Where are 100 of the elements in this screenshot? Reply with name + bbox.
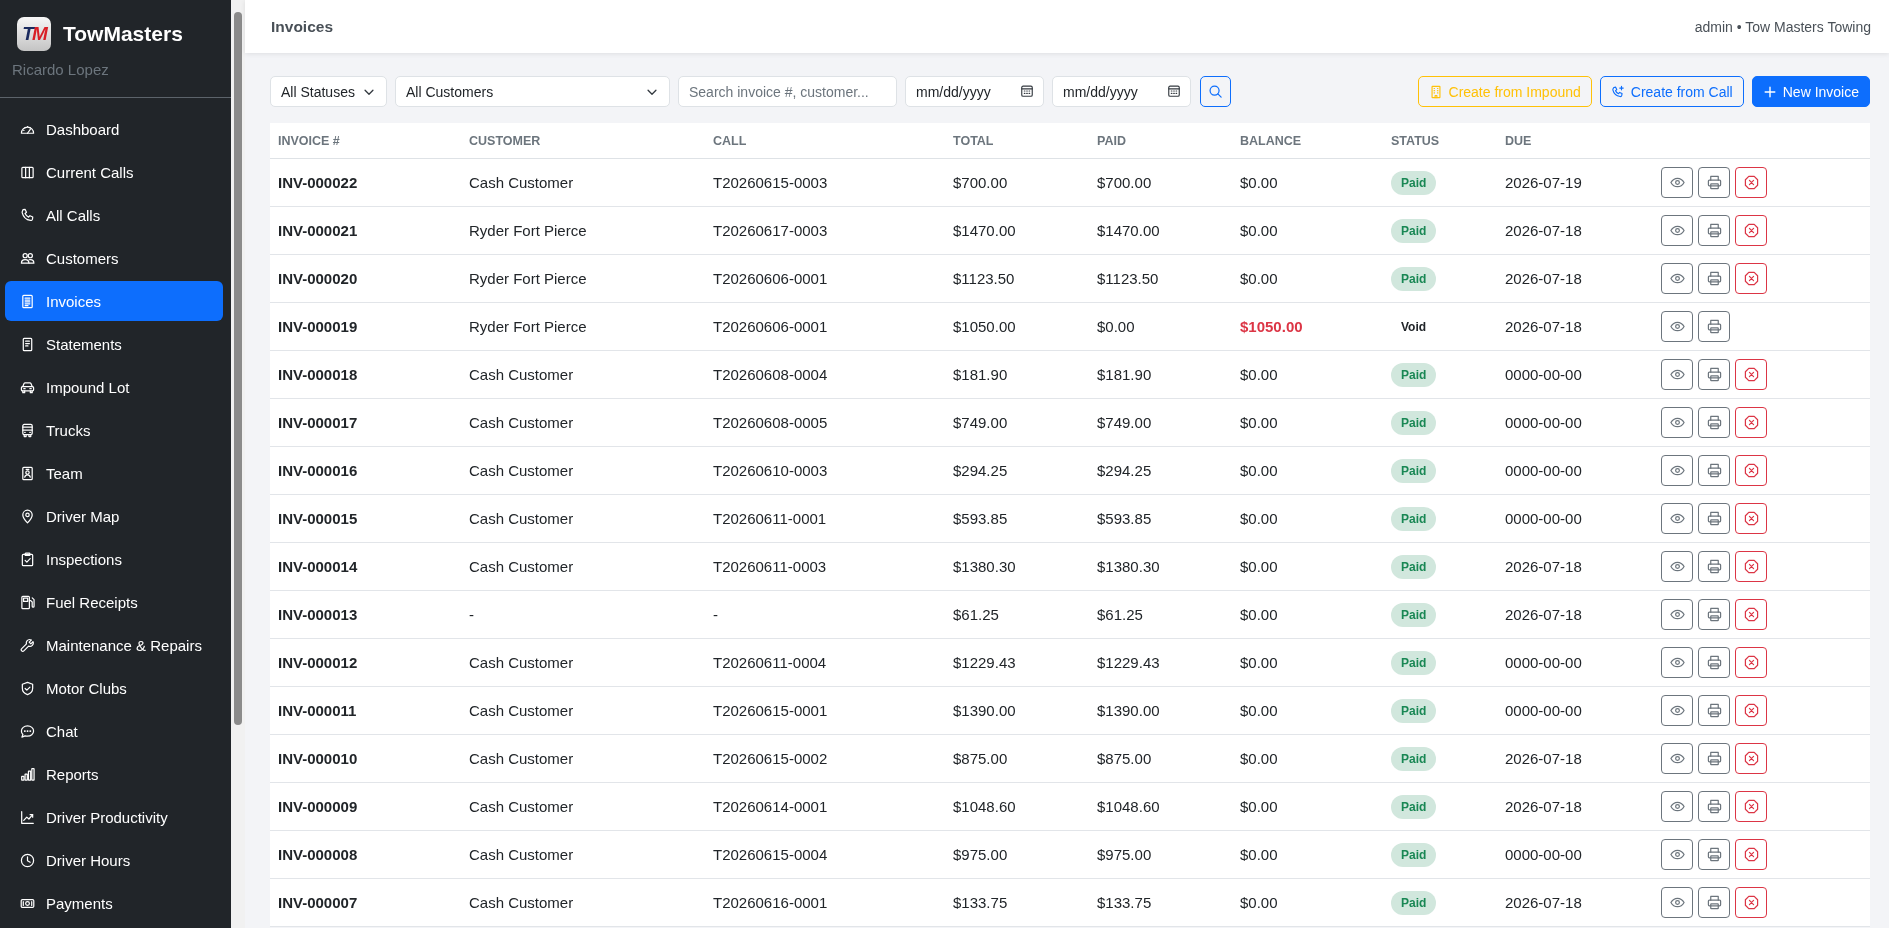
cancel-button[interactable] xyxy=(1735,791,1767,822)
view-button[interactable] xyxy=(1661,743,1693,774)
search-field[interactable]: Search invoice #, customer... xyxy=(678,76,897,107)
balance-amount: $0.00 xyxy=(1240,894,1278,911)
cancel-button[interactable] xyxy=(1735,167,1767,198)
paid-amount: $0.00 xyxy=(1097,318,1135,335)
cancel-button[interactable] xyxy=(1735,743,1767,774)
view-button[interactable] xyxy=(1661,791,1693,822)
printer-icon xyxy=(1706,175,1722,190)
sidebar-item[interactable]: Maintenance & Repairs xyxy=(5,625,223,665)
view-button[interactable] xyxy=(1661,215,1693,246)
view-button[interactable] xyxy=(1661,599,1693,630)
customer-select[interactable]: All Customers xyxy=(395,76,670,107)
due-date: 0000-00-00 xyxy=(1505,414,1582,431)
sidebar-item[interactable]: Fuel Receipts xyxy=(5,582,223,622)
printer-icon xyxy=(1706,319,1722,334)
view-button[interactable] xyxy=(1661,647,1693,678)
view-button[interactable] xyxy=(1661,263,1693,294)
cancel-button[interactable] xyxy=(1735,647,1767,678)
cancel-button[interactable] xyxy=(1735,695,1767,726)
cancel-button[interactable] xyxy=(1735,263,1767,294)
status-select[interactable]: All Statuses xyxy=(270,76,387,107)
print-button[interactable] xyxy=(1698,695,1730,726)
sidebar-item[interactable]: Trucks xyxy=(5,410,223,450)
print-button[interactable] xyxy=(1698,263,1730,294)
print-button[interactable] xyxy=(1698,743,1730,774)
scrollbar-thumb[interactable] xyxy=(234,12,242,725)
invoice-number: INV-000022 xyxy=(278,174,358,191)
new-invoice-button[interactable]: New Invoice xyxy=(1751,76,1870,107)
print-button[interactable] xyxy=(1698,791,1730,822)
printer-icon xyxy=(1706,607,1722,622)
x-octagon-icon xyxy=(1743,799,1759,814)
balance-amount: $0.00 xyxy=(1240,606,1278,623)
sidebar-item[interactable]: Invoices xyxy=(5,281,223,321)
sidebar-item[interactable]: Reports xyxy=(5,754,223,794)
total-amount: $133.75 xyxy=(953,894,1008,911)
print-button[interactable] xyxy=(1698,215,1730,246)
total-amount: $1380.30 xyxy=(953,558,1016,575)
create-from-call-button[interactable]: Create from Call xyxy=(1599,76,1744,107)
print-button[interactable] xyxy=(1698,407,1730,438)
view-button[interactable] xyxy=(1661,887,1693,918)
eye-icon xyxy=(1669,895,1685,910)
x-octagon-icon xyxy=(1743,175,1759,190)
sidebar-item[interactable]: Dashboard xyxy=(5,109,223,149)
scrollbar[interactable] xyxy=(231,0,245,928)
sidebar-item[interactable]: Payments xyxy=(5,883,223,923)
sidebar-item[interactable]: Customers xyxy=(5,238,223,278)
view-button[interactable] xyxy=(1661,455,1693,486)
balance-amount: $0.00 xyxy=(1240,558,1278,575)
sidebar-item[interactable]: Inspections xyxy=(5,539,223,579)
print-button[interactable] xyxy=(1698,551,1730,582)
sidebar-item[interactable]: Chat xyxy=(5,711,223,751)
print-button[interactable] xyxy=(1698,647,1730,678)
date-to-field[interactable]: mm/dd/yyyy xyxy=(1052,76,1191,107)
due-date: 2026-07-18 xyxy=(1505,798,1582,815)
print-button[interactable] xyxy=(1698,359,1730,390)
print-button[interactable] xyxy=(1698,599,1730,630)
cancel-button[interactable] xyxy=(1735,551,1767,582)
cancel-button[interactable] xyxy=(1735,599,1767,630)
cancel-button[interactable] xyxy=(1735,407,1767,438)
view-button[interactable] xyxy=(1661,407,1693,438)
print-button[interactable] xyxy=(1698,455,1730,486)
cancel-button[interactable] xyxy=(1735,839,1767,870)
cancel-button[interactable] xyxy=(1735,359,1767,390)
search-button[interactable] xyxy=(1200,76,1231,107)
print-button[interactable] xyxy=(1698,311,1730,342)
balance-amount: $0.00 xyxy=(1240,798,1278,815)
sidebar-item[interactable]: Team xyxy=(5,453,223,493)
view-button[interactable] xyxy=(1661,695,1693,726)
view-button[interactable] xyxy=(1661,167,1693,198)
cancel-button[interactable] xyxy=(1735,455,1767,486)
status-badge: Paid xyxy=(1391,506,1437,531)
view-button[interactable] xyxy=(1661,359,1693,390)
sidebar-item[interactable]: Motor Clubs xyxy=(5,668,223,708)
print-button[interactable] xyxy=(1698,167,1730,198)
sidebar-item[interactable]: Driver Productivity xyxy=(5,797,223,837)
total-amount: $181.90 xyxy=(953,366,1008,383)
print-button[interactable] xyxy=(1698,503,1730,534)
status-badge: Paid xyxy=(1391,698,1437,723)
sidebar-item[interactable]: Impound Lot xyxy=(5,367,223,407)
print-button[interactable] xyxy=(1698,839,1730,870)
invoice-number: INV-000014 xyxy=(278,558,358,575)
cancel-button[interactable] xyxy=(1735,887,1767,918)
cancel-button[interactable] xyxy=(1735,503,1767,534)
view-button[interactable] xyxy=(1661,311,1693,342)
search-icon xyxy=(1208,84,1223,99)
cancel-button[interactable] xyxy=(1735,215,1767,246)
view-button[interactable] xyxy=(1661,551,1693,582)
date-from-field[interactable]: mm/dd/yyyy xyxy=(905,76,1044,107)
view-button[interactable] xyxy=(1661,503,1693,534)
sidebar-item[interactable]: Driver Map xyxy=(5,496,223,536)
invoice-number: INV-000019 xyxy=(278,318,358,335)
sidebar-item[interactable]: Current Calls xyxy=(5,152,223,192)
sidebar-item[interactable]: All Calls xyxy=(5,195,223,235)
print-button[interactable] xyxy=(1698,887,1730,918)
sidebar-item[interactable]: Statements xyxy=(5,324,223,364)
view-button[interactable] xyxy=(1661,839,1693,870)
sidebar-item[interactable]: Driver Hours xyxy=(5,840,223,880)
due-date: 2026-07-18 xyxy=(1505,222,1582,239)
status-badge: Paid xyxy=(1391,362,1437,387)
